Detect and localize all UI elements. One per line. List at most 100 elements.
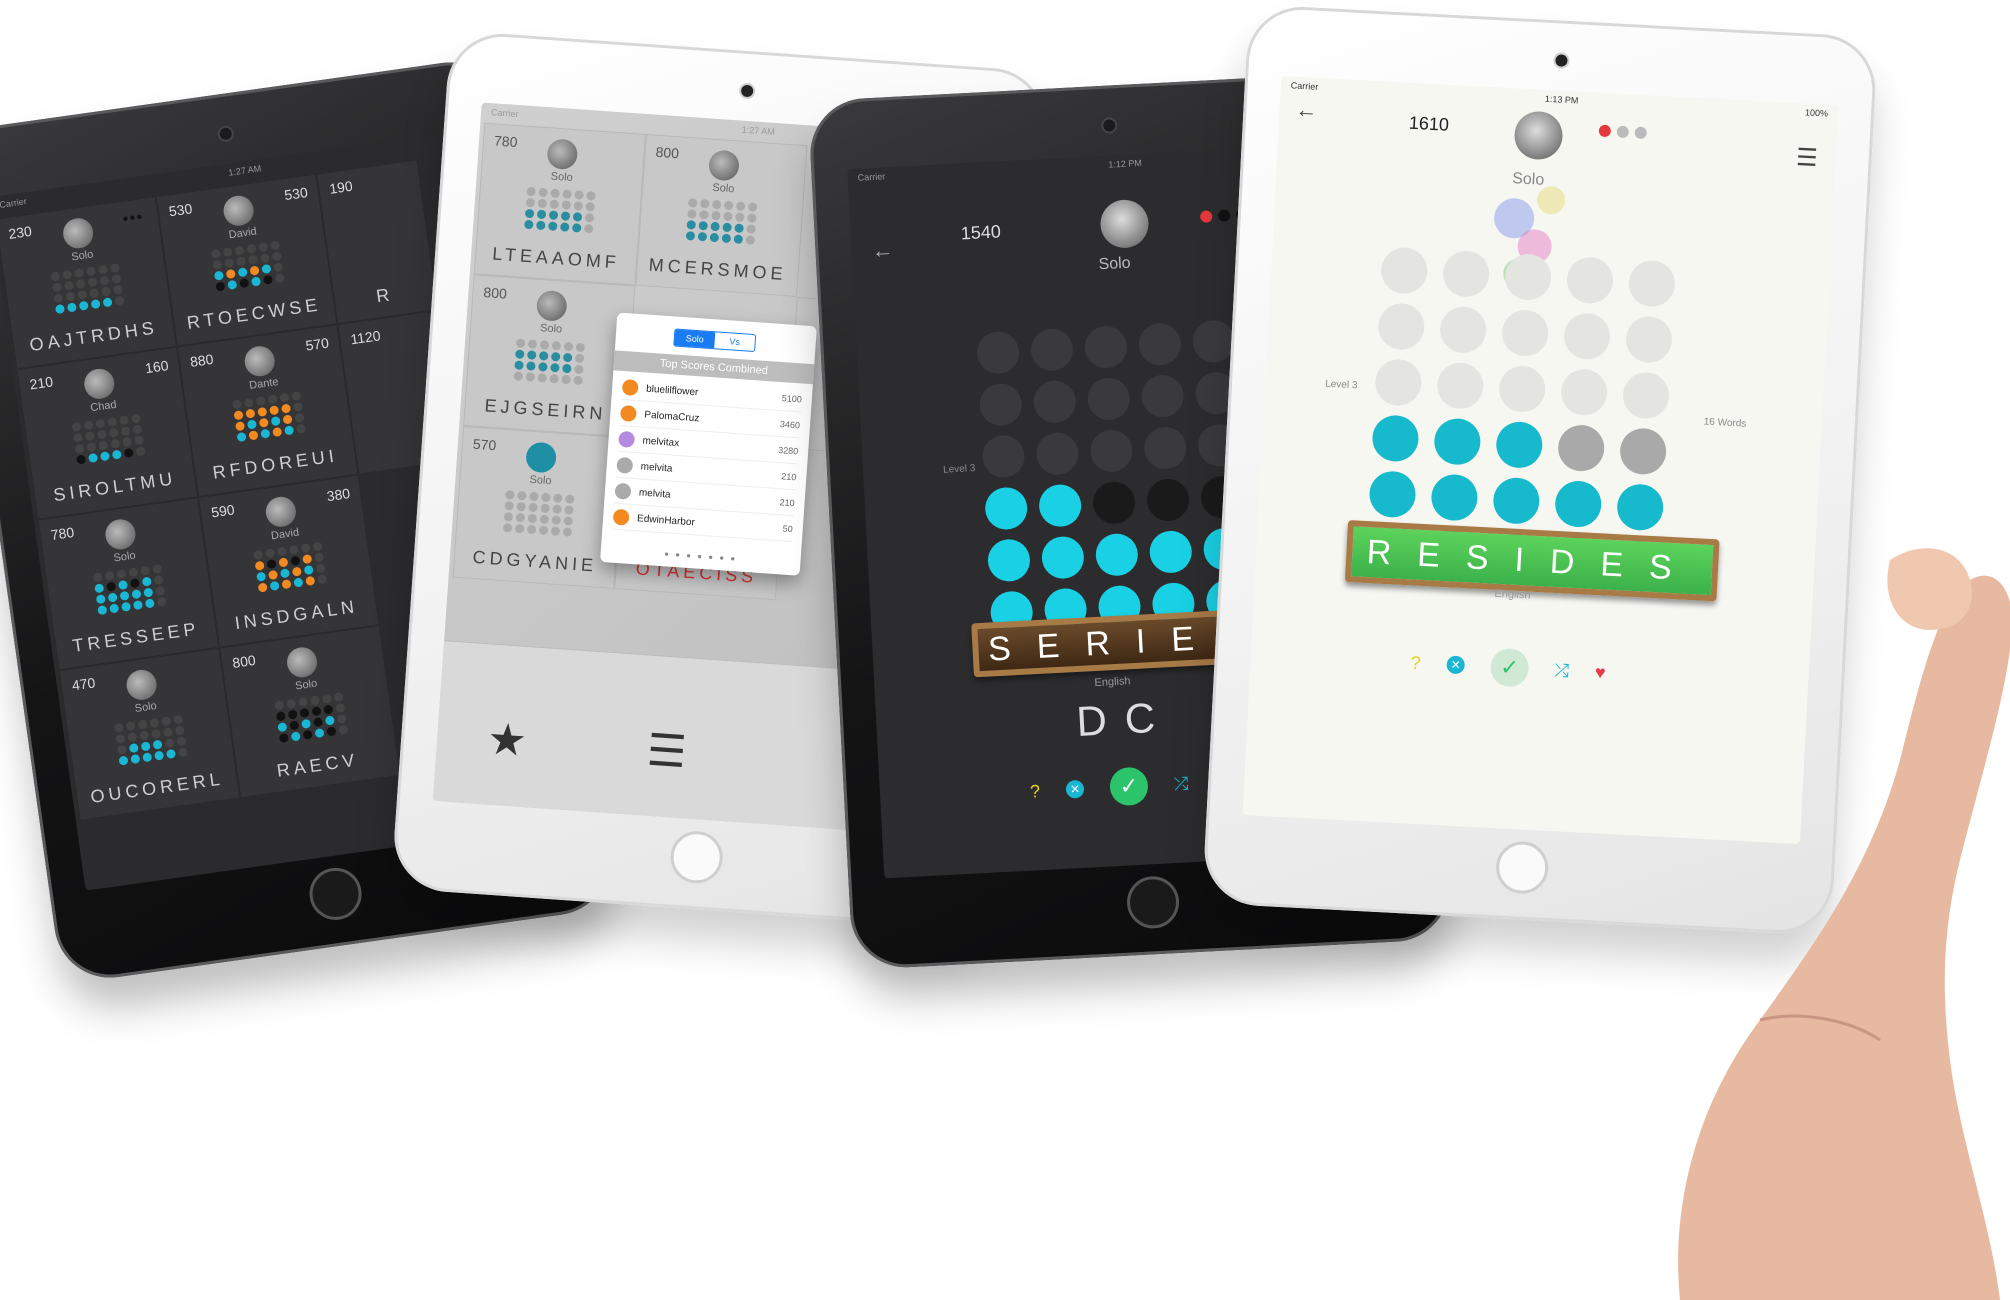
avatar: [707, 149, 740, 182]
game-tile[interactable]: 530 530 David RTOECWSE: [155, 173, 338, 347]
tile-word: R: [374, 284, 395, 307]
clear-icon[interactable]: ✕: [1446, 655, 1466, 675]
dot-board: [253, 541, 328, 593]
typed-letters: DC: [1075, 693, 1175, 746]
dot-board: [502, 490, 576, 537]
hint-icon[interactable]: ?: [1030, 781, 1041, 802]
tile-word: CDGYANIE: [471, 546, 598, 576]
player-name: Solo: [1511, 170, 1545, 189]
menu-icon[interactable]: ☰: [1795, 143, 1818, 173]
leaderboard-score: 3280: [777, 444, 799, 457]
bubble-decoration: [1536, 185, 1566, 215]
leaderboard-name: PalomaCruz: [643, 409, 700, 424]
mode-segmented-control[interactable]: Solo Vs: [673, 328, 757, 353]
heart-icon[interactable]: ♥: [1594, 662, 1606, 684]
letter-dot-board[interactable]: [975, 319, 1251, 635]
game-tile[interactable]: 800 Solo MCERSMOE: [635, 133, 808, 297]
tile-score: 470: [70, 674, 97, 694]
game-tile[interactable]: 570 Solo CDGYANIE: [452, 425, 625, 589]
tile-score: 800: [655, 143, 680, 162]
game-tile[interactable]: 470 Solo OUCORERL: [58, 647, 241, 821]
avatar: [1513, 110, 1564, 161]
tile-score: 780: [49, 523, 76, 543]
game-tile[interactable]: 190 R: [316, 159, 439, 325]
camera: [1555, 54, 1568, 67]
leaderboard-name: melvita: [640, 460, 673, 475]
avatar: [546, 138, 579, 171]
avatar: [263, 494, 298, 529]
dot-board: [50, 262, 125, 315]
menu-icon[interactable]: ☰: [645, 725, 688, 779]
home-button[interactable]: [668, 829, 725, 886]
submit-check-icon[interactable]: ✓: [1108, 766, 1149, 807]
avatar: [612, 508, 630, 526]
level-label: Level 3: [1324, 378, 1358, 392]
shuffle-icon[interactable]: ⤮: [1554, 660, 1569, 682]
clear-icon[interactable]: ✕: [1065, 779, 1085, 799]
avatar: [619, 404, 637, 422]
submit-check-icon[interactable]: ✓: [1489, 647, 1530, 688]
turn-pips: ●●●: [121, 211, 145, 225]
tile-score-opponent: 570: [304, 334, 330, 354]
clock: 1:13 PM: [1544, 93, 1579, 106]
avatar: [61, 216, 96, 251]
carrier-label: Carrier: [857, 171, 886, 183]
dot-board: [71, 413, 146, 465]
tile-word: EJGSEIRN: [483, 395, 608, 424]
avatar: [616, 456, 634, 474]
status-bar: Carrier 1:13 PM 100%: [1280, 76, 1838, 123]
leaderboard-score: 3460: [779, 419, 801, 431]
avatar: [82, 366, 117, 401]
game-tile[interactable]: 780 Solo LTEAAOMF: [473, 122, 646, 286]
back-arrow-icon[interactable]: ←: [871, 237, 894, 264]
leaderboard-name: bluelilflower: [645, 383, 699, 398]
shuffle-icon[interactable]: ⤮: [1173, 773, 1188, 795]
leaderboard-popover: Solo Vs Top Scores Combined bluelilflowe…: [599, 312, 817, 576]
level-label: Level 3: [942, 463, 976, 476]
home-button[interactable]: [1494, 840, 1550, 895]
language-label: English: [1494, 587, 1531, 602]
clock: 1:27 AM: [227, 163, 262, 178]
leaderboard-name: EdwinHarbor: [636, 512, 696, 528]
avatar: [285, 645, 319, 680]
segment-solo[interactable]: Solo: [674, 329, 716, 349]
clock: 1:12 PM: [1108, 157, 1143, 170]
segment-vs[interactable]: Vs: [714, 332, 755, 351]
back-arrow-icon[interactable]: ←: [1295, 97, 1318, 124]
game-tile[interactable]: 800 Solo RAECV: [219, 625, 401, 799]
dot-board: [685, 198, 759, 245]
game-tile[interactable]: 210 160 Chad SIROLTMU: [16, 346, 199, 520]
dot-board: [524, 186, 597, 234]
tile-word: OUCORERL: [89, 768, 225, 807]
leaderboard-score: 5100: [781, 393, 803, 405]
home-button[interactable]: [306, 864, 365, 924]
carrier-label: Carrier: [490, 107, 519, 120]
home-button[interactable]: [1125, 874, 1181, 930]
avatar: [1099, 198, 1150, 250]
game-tile[interactable]: 780 Solo TRESSEEP: [37, 497, 220, 671]
carrier-label: Carrier: [1290, 80, 1319, 92]
avatar: [614, 482, 632, 500]
game-tile[interactable]: 230 ●●● Solo OAJTRDHS: [0, 196, 177, 370]
tile-score: 1120: [349, 327, 382, 348]
tile-score: 800: [482, 284, 508, 302]
tile-score: 230: [7, 222, 33, 242]
leaderboard-score: 210: [779, 497, 795, 509]
hint-icon[interactable]: ?: [1410, 652, 1421, 673]
game-score: 1610: [1408, 112, 1450, 135]
camera: [1103, 119, 1116, 132]
leaderboard-score: 210: [781, 471, 797, 483]
game-tile[interactable]: 880 570 Dante RFDOREUI: [176, 324, 359, 498]
game-tile[interactable]: 590 380 David INSDGALN: [198, 474, 380, 648]
tile-word: LTEAAOMF: [491, 243, 621, 273]
avatar: [124, 667, 159, 702]
avatar: [621, 378, 639, 397]
language-label: English: [1094, 675, 1131, 690]
avatar: [221, 193, 256, 228]
avatar: [618, 430, 636, 448]
dot-board: [92, 563, 168, 616]
game-score: 1540: [960, 221, 1002, 244]
favorites-icon[interactable]: ★: [486, 713, 529, 767]
dot-board: [513, 338, 586, 386]
camera: [740, 84, 754, 98]
